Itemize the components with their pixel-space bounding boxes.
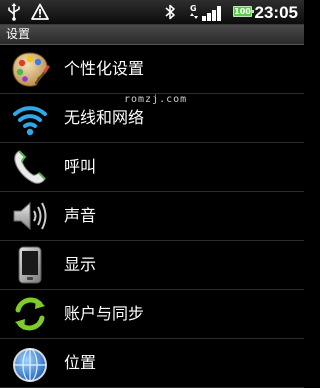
settings-item-label: 声音 bbox=[64, 206, 97, 225]
phone-icon bbox=[14, 150, 46, 184]
settings-item-label: 呼叫 bbox=[64, 157, 97, 176]
location-globe-icon bbox=[13, 348, 47, 382]
warning-icon bbox=[31, 3, 49, 20]
battery-level: 100 bbox=[234, 7, 251, 16]
palette-icon bbox=[12, 52, 50, 87]
settings-item-label: 显示 bbox=[64, 255, 97, 274]
settings-item-label: 位置 bbox=[64, 353, 97, 372]
settings-item-personalize[interactable]: 个性化设置 bbox=[0, 45, 304, 94]
battery-icon: 100 bbox=[233, 6, 254, 17]
speaker-icon bbox=[13, 201, 47, 231]
status-bar: G 100 23:05 bbox=[0, 0, 304, 25]
gprs-signal-icon: G bbox=[190, 4, 221, 21]
page-title: 设置 bbox=[6, 27, 31, 41]
settings-item-label: 账户与同步 bbox=[64, 304, 145, 323]
status-clock: 23:05 bbox=[254, 3, 298, 22]
bluetooth-icon bbox=[165, 4, 175, 20]
settings-item-call[interactable]: 呼叫 bbox=[0, 143, 304, 192]
settings-item-sound[interactable]: 声音 bbox=[0, 192, 304, 241]
watermark-text: romzj.com bbox=[124, 94, 188, 105]
display-icon bbox=[18, 246, 42, 284]
wifi-icon bbox=[13, 106, 47, 136]
sync-icon bbox=[15, 297, 45, 331]
title-bar: 设置 bbox=[0, 25, 304, 45]
settings-item-label: 个性化设置 bbox=[64, 59, 145, 78]
svg-text:G: G bbox=[190, 4, 197, 13]
settings-item-display[interactable]: 显示 bbox=[0, 241, 304, 290]
settings-item-accounts-sync[interactable]: 账户与同步 bbox=[0, 290, 304, 339]
usb-icon bbox=[8, 3, 20, 21]
